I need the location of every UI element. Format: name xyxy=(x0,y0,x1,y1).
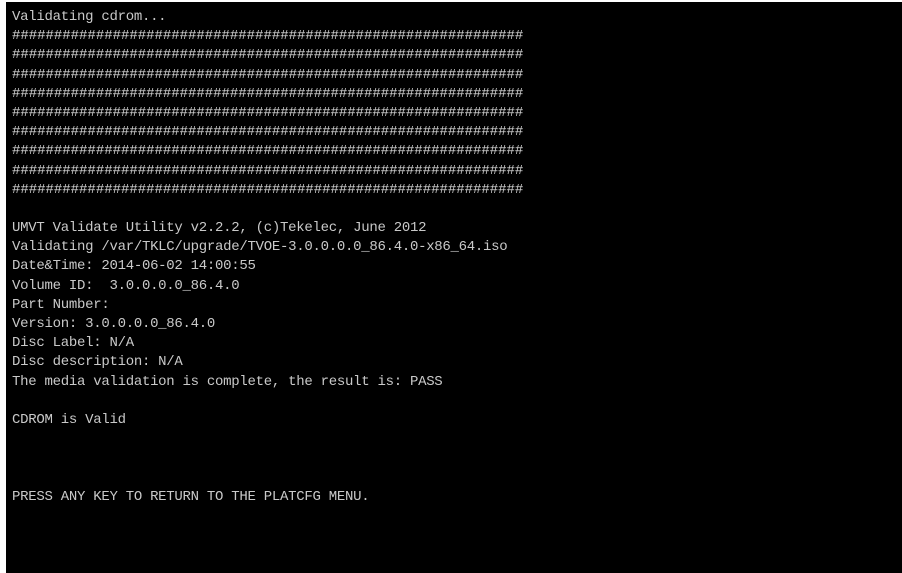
validating-header: Validating cdrom... xyxy=(12,9,167,25)
disc-description-line: Disc description: N/A xyxy=(12,354,183,371)
utility-version-line: UMVT Validate Utility v2.2.2, (c)Tekelec… xyxy=(12,220,427,237)
datetime-line: Date&Time: 2014-06-02 14:00:55 xyxy=(12,258,256,275)
progress-row: ########################################… xyxy=(12,143,524,160)
progress-row: ########################################… xyxy=(12,28,524,45)
volume-id-line: Volume ID: 3.0.0.0.0_86.4.0 xyxy=(12,277,240,294)
progress-row: ########################################… xyxy=(12,66,524,83)
progress-row: ########################################… xyxy=(12,47,524,64)
progress-row: ########################################… xyxy=(12,85,524,102)
progress-row: ########################################… xyxy=(12,104,524,121)
part-number-line: Part Number: xyxy=(12,296,110,313)
disc-label-line: Disc Label: N/A xyxy=(12,335,134,352)
progress-row: ########################################… xyxy=(12,162,524,179)
validation-result-line: The media validation is complete, the re… xyxy=(12,373,443,390)
validating-path-line: Validating /var/TKLC/upgrade/TVOE-3.0.0.… xyxy=(12,239,508,256)
terminal-window[interactable]: Validating cdrom... ####################… xyxy=(6,2,902,573)
version-line: Version: 3.0.0.0.0_86.4.0 xyxy=(12,316,216,332)
return-prompt-line: PRESS ANY KEY TO RETURN TO THE PLATCFG M… xyxy=(12,488,370,505)
progress-row: ########################################… xyxy=(12,124,524,141)
cdrom-status-line: CDROM is Valid xyxy=(12,411,126,428)
progress-row: ########################################… xyxy=(12,181,524,198)
